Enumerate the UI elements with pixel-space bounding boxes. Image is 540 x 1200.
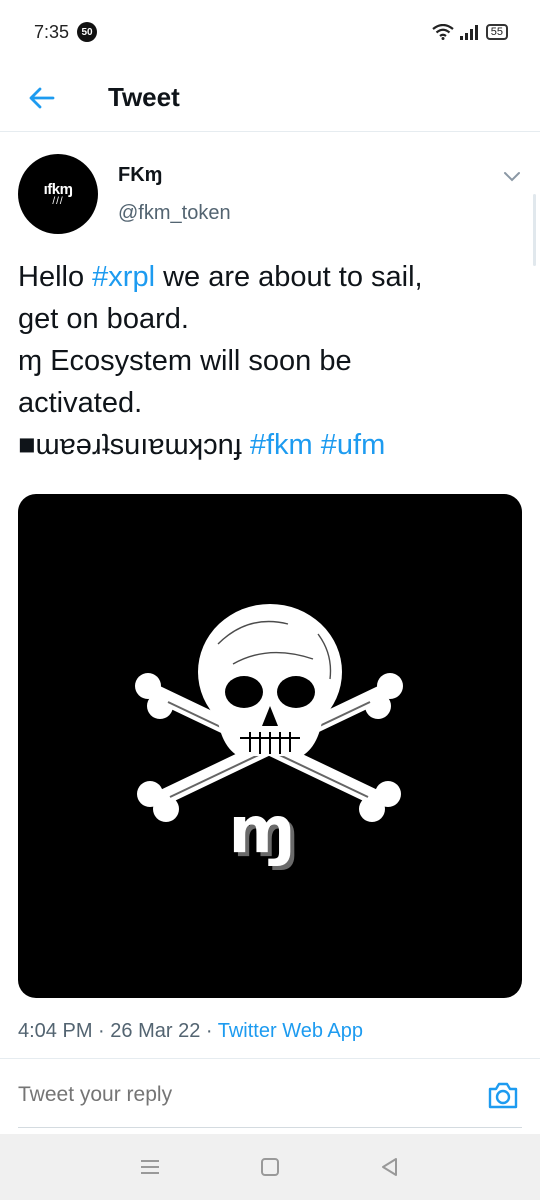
display-name[interactable]: FKɱ [118,164,162,187]
text-segment: we are about to sail, [155,261,423,293]
skull-crossbones-image: ɱ ɱ [135,604,403,872]
tweet-line-4: activated. [18,387,143,419]
scrollbar[interactable] [533,194,536,266]
user-handle[interactable]: @fkm_token [118,202,231,225]
text-segment: ■ɯɐǝɹʇsuıɐɯʞɔnɟ [18,429,250,461]
chevron-down-icon[interactable] [502,166,522,186]
meta-separator: · [205,1020,218,1042]
nav-back-button[interactable] [374,1151,406,1183]
page-title: Tweet [108,82,180,112]
arrow-left-icon [29,87,55,108]
status-right: 55 [432,24,508,40]
battery-icon: 55 [485,24,508,40]
tweet-line-1: Hello #xrpl we are about to sail, [18,256,518,298]
meta-separator: · [98,1020,111,1042]
camera-icon[interactable] [486,1079,520,1113]
reply-input[interactable] [18,1083,458,1107]
reply-composer [0,1058,540,1134]
app-header: Tweet [0,64,540,132]
hashtag-ufm[interactable]: #ufm [321,429,385,461]
system-nav-bar [0,1134,540,1200]
tweet-time: 4:04 PM [18,1020,93,1042]
triangle-back-icon [382,1158,397,1176]
nav-home-button[interactable] [254,1151,286,1183]
tweet-text: Hello #xrpl we are about to sail, get on… [18,256,518,466]
avatar[interactable]: ıfkɱ /// [18,154,98,234]
tweet-line-3: ɱ Ecosystem will soon be [18,345,352,377]
tweet-source-link[interactable]: Twitter Web App [218,1020,363,1042]
status-bar: 7:35 50 55 [0,0,540,64]
media-logo-glyph: ɱ [229,794,296,868]
hashtag-fkm[interactable]: #fkm [250,429,313,461]
menu-icon [141,1160,159,1174]
square-icon [261,1158,279,1176]
back-button[interactable] [0,64,84,132]
author-row: ıfkɱ /// FKɱ @fkm_token [18,154,528,238]
nav-menu-button[interactable] [134,1151,166,1183]
tweet-line-5: ■ɯɐǝɹʇsuıɐɯʞɔnɟ #fkm #ufm [18,424,518,466]
status-left: 7:35 50 [34,21,98,43]
avatar-logo-mark: /// [52,196,64,207]
tweet-meta: 4:04 PM · 26 Mar 22 · Twitter Web App [18,1020,363,1043]
text-segment: Hello [18,261,93,293]
hashtag-xrpl[interactable]: #xrpl [92,261,155,293]
notification-badge: 50 [77,22,98,42]
reply-underline [18,1127,522,1128]
text-segment [313,429,321,461]
tweet-date: 26 Mar 22 [110,1020,201,1042]
tweet-media-image[interactable]: ɱ ɱ [18,494,522,998]
status-time: 7:35 [34,21,70,42]
tweet-line-2: get on board. [18,303,189,335]
wifi-icon [432,24,454,40]
signal-icon [459,25,478,40]
